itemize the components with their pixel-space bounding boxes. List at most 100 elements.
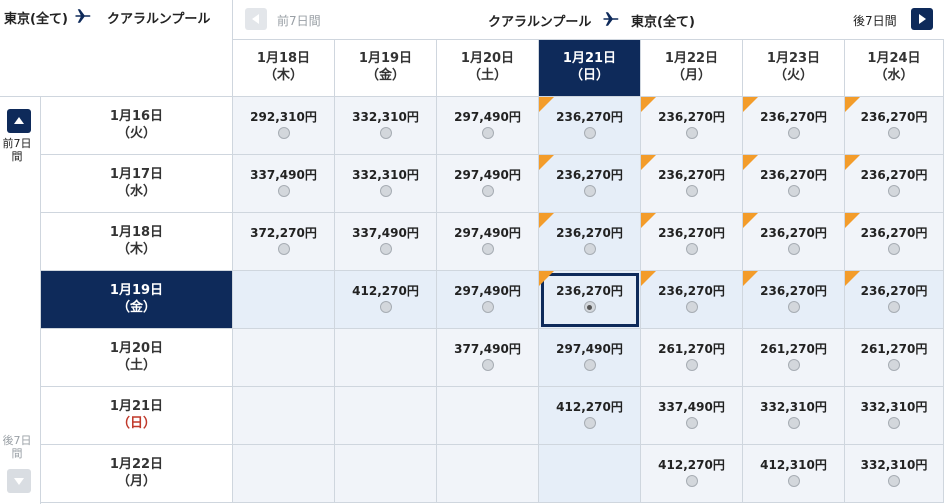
fare-radio[interactable]: [787, 359, 800, 371]
return-date-header[interactable]: 1月24日 （水）: [845, 40, 944, 97]
fare-cell[interactable]: 236,270円: [743, 213, 845, 271]
fare-cell[interactable]: 236,270円: [539, 97, 641, 155]
fare-radio[interactable]: [685, 127, 698, 139]
fare-cell[interactable]: 297,490円: [539, 329, 641, 387]
fare-radio[interactable]: [888, 185, 900, 197]
fare-cell[interactable]: 236,270円: [539, 271, 641, 329]
fare-radio[interactable]: [685, 243, 698, 255]
fare-cell[interactable]: 236,270円: [539, 155, 641, 213]
fare-cell[interactable]: 236,270円: [743, 97, 845, 155]
return-date-header[interactable]: 1月19日 （金）: [335, 40, 437, 97]
fare-radio[interactable]: [787, 243, 800, 255]
fare-cell[interactable]: 236,270円: [743, 155, 845, 213]
fare-cell[interactable]: 332,310円: [743, 387, 845, 445]
fare-radio[interactable]: [583, 185, 596, 197]
fare-radio[interactable]: [379, 127, 392, 139]
fare-cell[interactable]: 297,490円: [437, 97, 539, 155]
outbound-date-header[interactable]: 1月18日 （木）: [41, 213, 233, 271]
fare-cell[interactable]: 236,270円: [845, 213, 944, 271]
fare-cell[interactable]: 332,310円: [845, 445, 944, 503]
fare-cell[interactable]: 337,490円: [233, 155, 335, 213]
fare-cell[interactable]: 236,270円: [641, 271, 743, 329]
fare-cell[interactable]: 236,270円: [641, 155, 743, 213]
fare-cell[interactable]: 412,310円: [743, 445, 845, 503]
fare-radio[interactable]: [787, 475, 800, 487]
fare-radio[interactable]: [583, 359, 596, 371]
return-date-header[interactable]: 1月22日 （月）: [641, 40, 743, 97]
return-date-header[interactable]: 1月23日 （火）: [743, 40, 845, 97]
fare-cell[interactable]: 236,270円: [845, 271, 944, 329]
fare-radio[interactable]: [685, 301, 698, 313]
fare-cell[interactable]: 412,270円: [539, 387, 641, 445]
prev-week-label[interactable]: 前7日間: [277, 12, 321, 29]
fare-radio[interactable]: [787, 301, 800, 313]
outbound-date-header[interactable]: 1月17日 （水）: [41, 155, 233, 213]
fare-cell[interactable]: 412,270円: [335, 271, 437, 329]
fare-cell[interactable]: 377,490円: [437, 329, 539, 387]
fare-cell[interactable]: 236,270円: [743, 271, 845, 329]
fare-radio[interactable]: [379, 185, 392, 197]
fare-radio[interactable]: [888, 127, 900, 139]
fare-cell[interactable]: 261,270円: [845, 329, 944, 387]
fare-cell[interactable]: 261,270円: [743, 329, 845, 387]
fare-radio[interactable]: [787, 127, 800, 139]
fare-cell[interactable]: 297,490円: [437, 271, 539, 329]
outbound-date-header[interactable]: 1月22日 （月）: [41, 445, 233, 503]
next-days-button[interactable]: [7, 469, 31, 493]
fare-cell[interactable]: 236,270円: [845, 155, 944, 213]
fare-cell[interactable]: 337,490円: [335, 213, 437, 271]
fare-cell[interactable]: 337,490円: [641, 387, 743, 445]
fare-cell[interactable]: 236,270円: [845, 97, 944, 155]
fare-cell[interactable]: 332,310円: [335, 97, 437, 155]
fare-cell[interactable]: 261,270円: [641, 329, 743, 387]
outbound-date-header[interactable]: 1月19日 （金）: [41, 271, 233, 329]
fare-cell[interactable]: 412,270円: [641, 445, 743, 503]
next-days-label[interactable]: 後7日間: [0, 434, 34, 460]
fare-radio[interactable]: [888, 243, 900, 255]
fare-radio[interactable]: [888, 359, 900, 371]
return-date-header[interactable]: 1月18日 （木）: [233, 40, 335, 97]
prev-days-button[interactable]: [7, 109, 31, 133]
fare-radio[interactable]: [481, 185, 494, 197]
fare-cell[interactable]: 332,310円: [845, 387, 944, 445]
fare-radio[interactable]: [277, 185, 290, 197]
fare-radio[interactable]: [685, 359, 698, 371]
fare-radio[interactable]: [583, 301, 596, 313]
fare-radio[interactable]: [277, 127, 290, 139]
fare-radio[interactable]: [481, 243, 494, 255]
next-week-label[interactable]: 後7日間: [853, 12, 897, 29]
fare-radio[interactable]: [379, 301, 392, 313]
fare-radio[interactable]: [583, 127, 596, 139]
fare-radio[interactable]: [787, 417, 800, 429]
fare-cell[interactable]: 297,490円: [437, 155, 539, 213]
fare-cell[interactable]: 236,270円: [641, 97, 743, 155]
return-date-header[interactable]: 1月20日 （土）: [437, 40, 539, 97]
fare-cell[interactable]: 236,270円: [641, 213, 743, 271]
fare-radio[interactable]: [481, 359, 494, 371]
outbound-date-header[interactable]: 1月20日 （土）: [41, 329, 233, 387]
outbound-date-header[interactable]: 1月21日 （日）: [41, 387, 233, 445]
fare-cell[interactable]: 292,310円: [233, 97, 335, 155]
next-week-button[interactable]: [911, 8, 933, 30]
outbound-date-header[interactable]: 1月16日 （火）: [41, 97, 233, 155]
fare-radio[interactable]: [685, 417, 698, 429]
prev-days-label[interactable]: 前7日間: [0, 137, 34, 163]
fare-radio[interactable]: [277, 243, 290, 255]
fare-cell[interactable]: 297,490円: [437, 213, 539, 271]
fare-cell[interactable]: 236,270円: [539, 213, 641, 271]
return-date-header[interactable]: 1月21日 （日）: [539, 40, 641, 97]
fare-cell[interactable]: 372,270円: [233, 213, 335, 271]
fare-radio[interactable]: [888, 417, 900, 429]
fare-radio[interactable]: [481, 301, 494, 313]
fare-radio[interactable]: [583, 417, 596, 429]
prev-week-button[interactable]: [245, 8, 267, 30]
fare-radio[interactable]: [685, 475, 698, 487]
fare-radio[interactable]: [787, 185, 800, 197]
fare-radio[interactable]: [481, 127, 494, 139]
fare-cell[interactable]: 332,310円: [335, 155, 437, 213]
fare-radio[interactable]: [685, 185, 698, 197]
fare-radio[interactable]: [583, 243, 596, 255]
fare-radio[interactable]: [379, 243, 392, 255]
fare-radio[interactable]: [888, 301, 900, 313]
fare-radio[interactable]: [888, 475, 900, 487]
